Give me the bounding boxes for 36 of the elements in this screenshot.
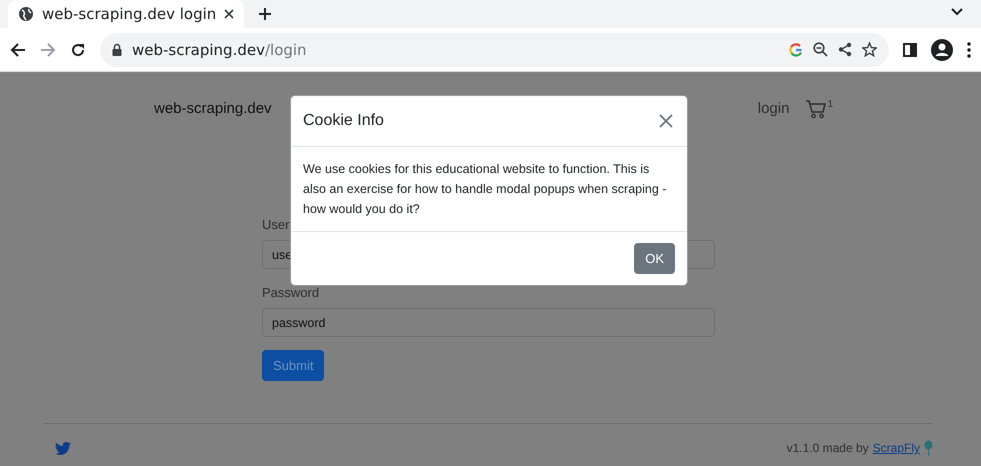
profile-icon[interactable]: [931, 38, 953, 60]
star-icon[interactable]: [862, 42, 877, 57]
share-icon[interactable]: [838, 42, 852, 57]
menu-icon[interactable]: [967, 42, 971, 58]
google-icon[interactable]: [789, 42, 803, 56]
footer-link[interactable]: ScrapFly: [872, 441, 920, 455]
back-icon[interactable]: [10, 42, 26, 58]
balloon-icon: [924, 440, 933, 456]
zoom-out-icon[interactable]: [813, 42, 828, 57]
url-text: web-scraping.dev/login: [132, 40, 308, 58]
field-label: Password: [262, 285, 320, 300]
dialog-message: We use cookies for this educational website to function. This is also an exercise for how to handle modal popups when scraping - how would you do it?: [291, 147, 687, 232]
cart-icon[interactable]: [805, 98, 828, 118]
side-panel-icon[interactable]: [903, 42, 917, 56]
input-field[interactable]: password: [262, 308, 715, 337]
close-icon: [659, 114, 673, 128]
address-bar[interactable]: web-scraping.dev/login: [100, 32, 889, 66]
close-button[interactable]: [657, 112, 675, 130]
field-label: User: [262, 217, 290, 232]
site-brand[interactable]: web-scraping.dev: [154, 100, 272, 117]
chevron-down-icon[interactable]: [951, 8, 963, 16]
submit-button[interactable]: Submit: [262, 350, 324, 381]
forward-icon[interactable]: [40, 42, 56, 58]
footer-text: v1.1.0 made by: [786, 441, 869, 455]
browser-tab[interactable]: web-scraping.dev login: [8, 0, 244, 28]
bird-icon[interactable]: [55, 442, 71, 454]
cart-count: 1: [827, 98, 833, 110]
tab-title: web-scraping.dev login: [42, 5, 216, 23]
plus-icon[interactable]: [258, 7, 272, 21]
ok-button[interactable]: OK: [634, 243, 675, 274]
globe-icon: [18, 6, 34, 22]
close-icon[interactable]: [224, 9, 234, 19]
login-link[interactable]: login: [758, 100, 790, 117]
dialog-title: Cookie Info: [303, 112, 385, 130]
lock-icon: [112, 43, 122, 56]
reload-icon[interactable]: [70, 42, 86, 58]
